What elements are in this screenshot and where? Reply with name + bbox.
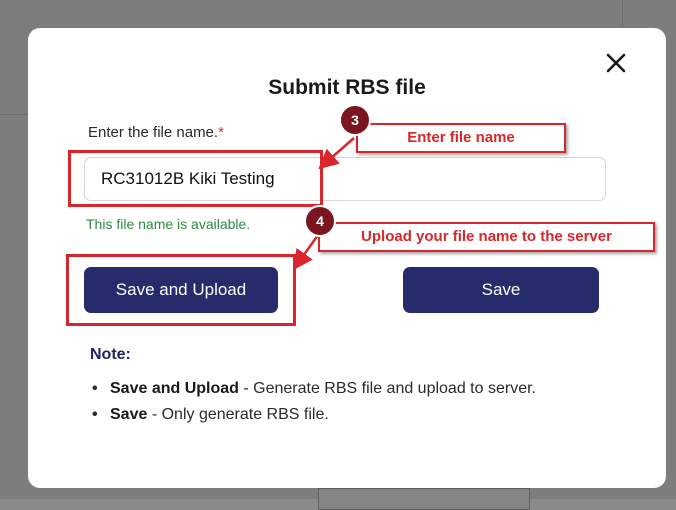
- step3-badge: 3: [339, 104, 371, 136]
- step3-callout: Enter file name: [356, 123, 566, 153]
- step4-badge: 4: [304, 205, 336, 237]
- step4-callout: Upload your file name to the server: [318, 222, 655, 252]
